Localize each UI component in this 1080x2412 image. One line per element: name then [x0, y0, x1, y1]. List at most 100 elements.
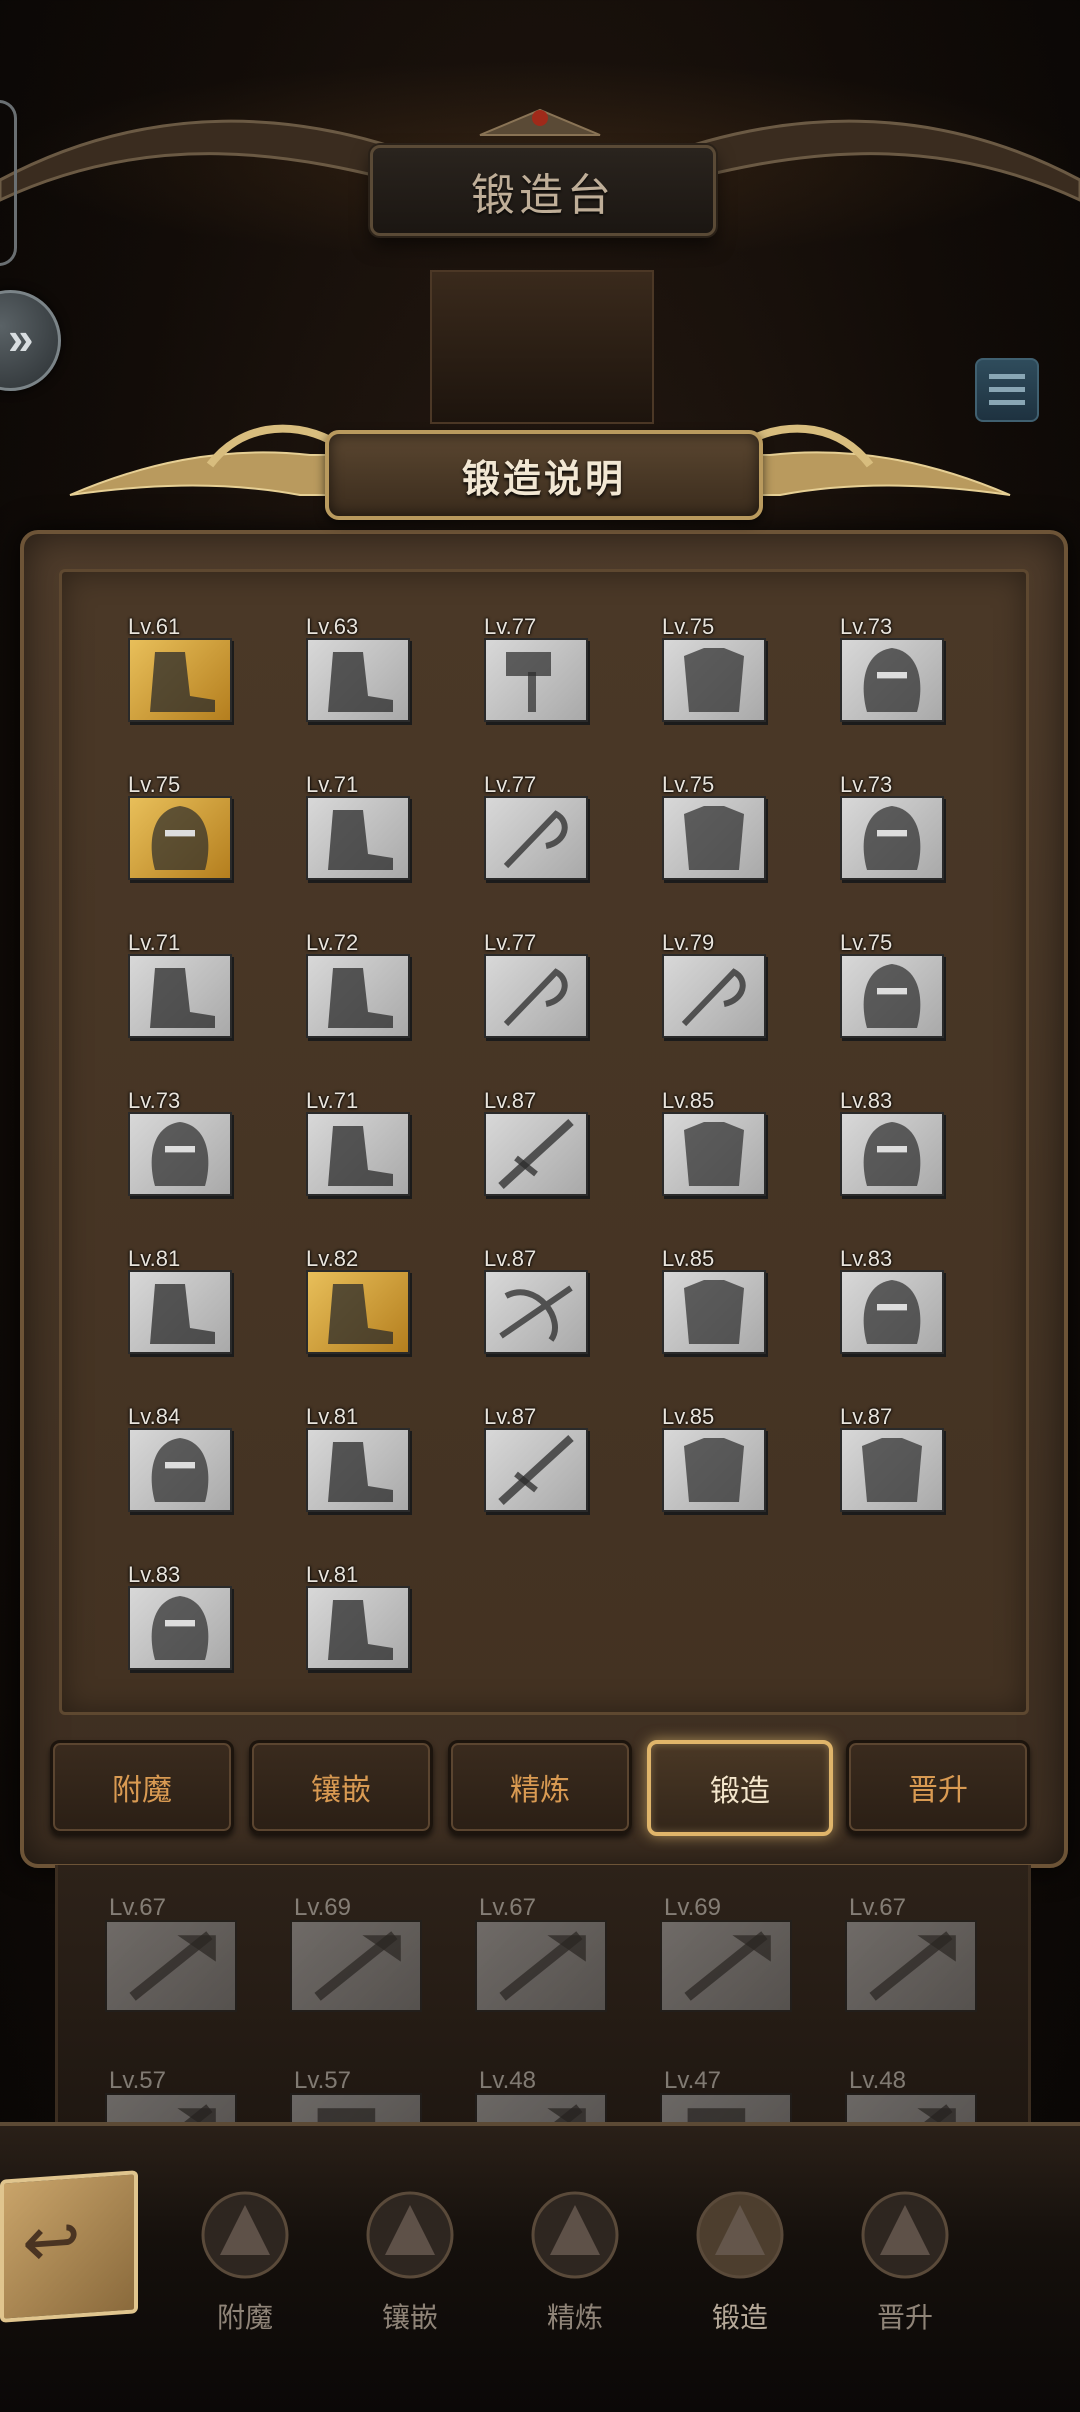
nav-label: 晋升 [876, 2302, 933, 2333]
item-card [484, 1270, 588, 1354]
boots-icon [328, 810, 393, 870]
item-level: Lv.61 [128, 614, 181, 639]
forge-item[interactable]: Lv.83 [120, 1562, 232, 1670]
list-icon [989, 374, 1025, 379]
item-card [128, 1586, 232, 1670]
panel-title: 锻造说明 [325, 430, 763, 520]
tab-inlay[interactable]: 镶嵌 [249, 1740, 433, 1834]
nav-label: 精炼 [546, 2302, 603, 2333]
forge-item[interactable]: Lv.84 [120, 1404, 232, 1512]
hammer-icon [506, 652, 551, 712]
nav-label: 镶嵌 [381, 2302, 438, 2333]
forge-item[interactable]: Lv.82 [298, 1246, 410, 1354]
boots-icon [150, 652, 215, 712]
forge-item[interactable]: Lv.71 [298, 1088, 410, 1196]
item-card [290, 1920, 422, 2012]
forge-item[interactable]: Lv.79 [654, 930, 766, 1038]
forge-item[interactable]: Lv.85 [654, 1246, 766, 1354]
forge-item[interactable]: Lv.87 [832, 1404, 944, 1512]
armor-icon [862, 1438, 922, 1502]
helmet-icon [151, 1122, 209, 1186]
item-level: Lv.77 [484, 930, 537, 955]
inlay-icon [355, 2180, 465, 2290]
item-level: Lv.87 [840, 1404, 893, 1429]
forge-item[interactable]: Lv.73 [120, 1088, 232, 1196]
item-level: Lv.75 [128, 772, 181, 797]
forge-item[interactable]: Lv.87 [476, 1088, 588, 1196]
item-card [840, 1112, 944, 1196]
forge-item[interactable]: Lv.75 [654, 772, 766, 880]
background-item: Lv.69 [660, 1894, 792, 2012]
forge-item[interactable]: Lv.71 [120, 930, 232, 1038]
back-button[interactable]: ↩ [0, 2170, 138, 2323]
boots-icon [328, 1442, 393, 1502]
spear-icon [498, 1435, 574, 1505]
forge-item[interactable]: Lv.81 [298, 1404, 410, 1512]
forge-item[interactable]: Lv.63 [298, 614, 410, 722]
item-level: Lv.73 [840, 772, 893, 797]
forge-item[interactable]: Lv.71 [298, 772, 410, 880]
nav-forge[interactable]: 锻造 [670, 2180, 810, 2340]
item-level: Lv.63 [306, 614, 359, 639]
window-title: 锻造台 [370, 145, 716, 236]
item-card [662, 1112, 766, 1196]
forge-item[interactable]: Lv.77 [476, 772, 588, 880]
forge-item[interactable]: Lv.87 [476, 1404, 588, 1512]
forge-item[interactable]: Lv.73 [832, 614, 944, 722]
boots-icon [150, 1284, 215, 1344]
forge-item[interactable]: Lv.81 [120, 1246, 232, 1354]
forge-item[interactable]: Lv.87 [476, 1246, 588, 1354]
forge-item[interactable]: Lv.77 [476, 614, 588, 722]
scythe-icon [503, 968, 568, 1027]
tab-forge[interactable]: 锻造 [647, 1740, 833, 1836]
background-item: Lv.67 [105, 1894, 237, 2012]
forge-item[interactable]: Lv.72 [298, 930, 410, 1038]
item-card [840, 954, 944, 1038]
item-level: Lv.75 [840, 930, 893, 955]
scythe-icon [681, 968, 746, 1027]
boots-icon [328, 1600, 393, 1660]
forge-item[interactable]: Lv.61 [120, 614, 232, 722]
axe-icon [499, 1931, 586, 2001]
item-level: Lv.72 [306, 930, 359, 955]
item-level: Lv.73 [128, 1088, 181, 1113]
tab-promote[interactable]: 晋升 [846, 1740, 1030, 1834]
tab-label: 锻造 [710, 1775, 770, 1808]
forge-item[interactable]: Lv.77 [476, 930, 588, 1038]
helmet-icon [151, 1596, 209, 1660]
forge-item[interactable]: Lv.85 [654, 1404, 766, 1512]
helmet-icon [863, 648, 921, 712]
boots-icon [328, 1284, 393, 1344]
item-level: Lv.71 [128, 930, 181, 955]
forge-item[interactable]: Lv.85 [654, 1088, 766, 1196]
background-item: Lv.67 [845, 1894, 977, 2012]
forge-item[interactable]: Lv.73 [832, 772, 944, 880]
item-level: Lv.73 [840, 614, 893, 639]
left-edge-tab[interactable] [0, 100, 17, 266]
item-level: Lv.69 [664, 1894, 721, 1921]
item-card [306, 796, 410, 880]
forge-item[interactable]: Lv.75 [832, 930, 944, 1038]
forge-item[interactable]: Lv.81 [298, 1562, 410, 1670]
forge-item[interactable]: Lv.83 [832, 1246, 944, 1354]
enchant-icon [190, 2180, 300, 2290]
item-card [306, 1112, 410, 1196]
nav-refine[interactable]: 精炼 [505, 2180, 645, 2340]
nav-enchant[interactable]: 附魔 [175, 2180, 315, 2340]
item-level: Lv.75 [662, 772, 715, 797]
forge-item[interactable]: Lv.83 [832, 1088, 944, 1196]
forge-item[interactable]: Lv.75 [654, 614, 766, 722]
nav-promote[interactable]: 晋升 [835, 2180, 975, 2340]
armor-icon [684, 648, 744, 712]
nav-label: 附魔 [216, 2302, 273, 2333]
nav-inlay[interactable]: 镶嵌 [340, 2180, 480, 2340]
helmet-icon [863, 806, 921, 870]
tab-enchant[interactable]: 附魔 [50, 1740, 234, 1834]
item-card [306, 1270, 410, 1354]
tab-refine[interactable]: 精炼 [448, 1740, 632, 1834]
item-card [484, 1112, 588, 1196]
item-level: Lv.82 [306, 1246, 359, 1271]
expand-arrow-button[interactable]: » [0, 290, 61, 391]
item-card [128, 638, 232, 722]
forge-item[interactable]: Lv.75 [120, 772, 232, 880]
